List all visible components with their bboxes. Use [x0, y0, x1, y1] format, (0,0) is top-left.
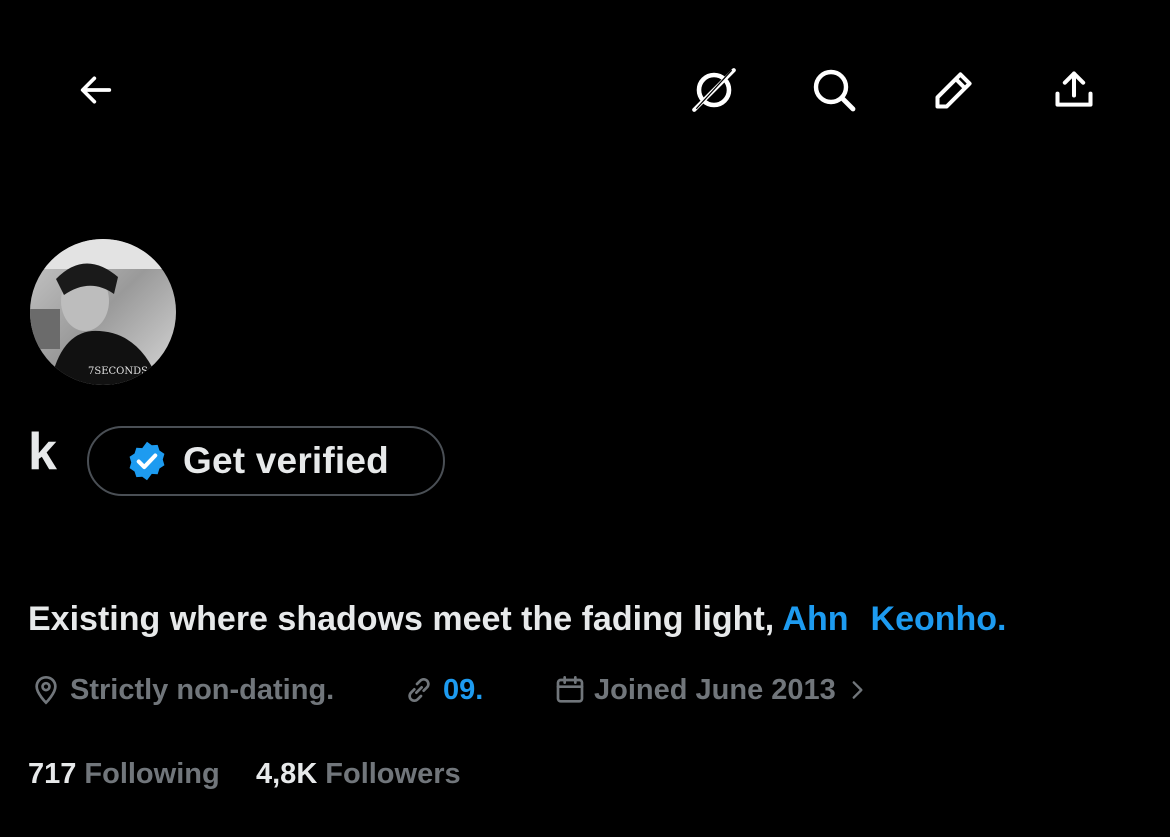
chevron-right-icon: [852, 681, 863, 699]
following-count: 717: [28, 757, 77, 790]
bio-mention-ahn[interactable]: Ahn: [782, 600, 848, 638]
edit-pencil-icon: [935, 72, 972, 109]
location-text: Strictly non-dating.: [70, 673, 335, 706]
share-button[interactable]: [1042, 58, 1106, 122]
get-verified-label: Get verified: [183, 440, 389, 481]
get-verified-button[interactable]: Get verified: [87, 426, 445, 496]
back-arrow-icon: [80, 76, 112, 104]
avatar[interactable]: 7SECONDS: [27, 236, 179, 388]
calendar-icon: [556, 676, 584, 703]
avatar-shirt-text: 7SECONDS: [88, 366, 148, 377]
grok-icon: [692, 68, 736, 112]
joined-text: Joined June 2013: [594, 673, 836, 706]
grok-button[interactable]: [682, 58, 746, 122]
back-button[interactable]: [64, 58, 128, 122]
search-button[interactable]: [802, 58, 866, 122]
profile-header-bar: [0, 0, 1170, 180]
followers-label: Followers: [325, 757, 461, 790]
verified-badge-icon: [125, 439, 169, 483]
location-pin-icon: [35, 675, 57, 705]
profile-joined-date[interactable]: Joined June 2013: [554, 668, 878, 712]
bio-mention-keonho[interactable]: Keonho.: [871, 600, 1007, 638]
bio: Existing where shadows meet the fading l…: [28, 596, 1007, 642]
share-icon: [1055, 71, 1093, 107]
following-label: Following: [84, 757, 220, 790]
edit-profile-button[interactable]: [922, 58, 986, 122]
bio-text: Existing where shadows meet the fading l…: [28, 600, 775, 638]
followers-count: 4,8K: [256, 757, 318, 790]
search-icon: [813, 69, 856, 112]
profile-link[interactable]: 09.: [403, 668, 483, 712]
profile-location: Strictly non-dating.: [30, 668, 334, 712]
following-stat[interactable]: 717 Following: [28, 752, 220, 796]
followers-stat[interactable]: 4,8K Followers: [256, 752, 461, 796]
link-text[interactable]: 09.: [443, 674, 483, 707]
display-name: k: [28, 423, 57, 481]
avatar-photo: 7SECONDS: [30, 239, 176, 385]
link-icon: [408, 677, 430, 703]
